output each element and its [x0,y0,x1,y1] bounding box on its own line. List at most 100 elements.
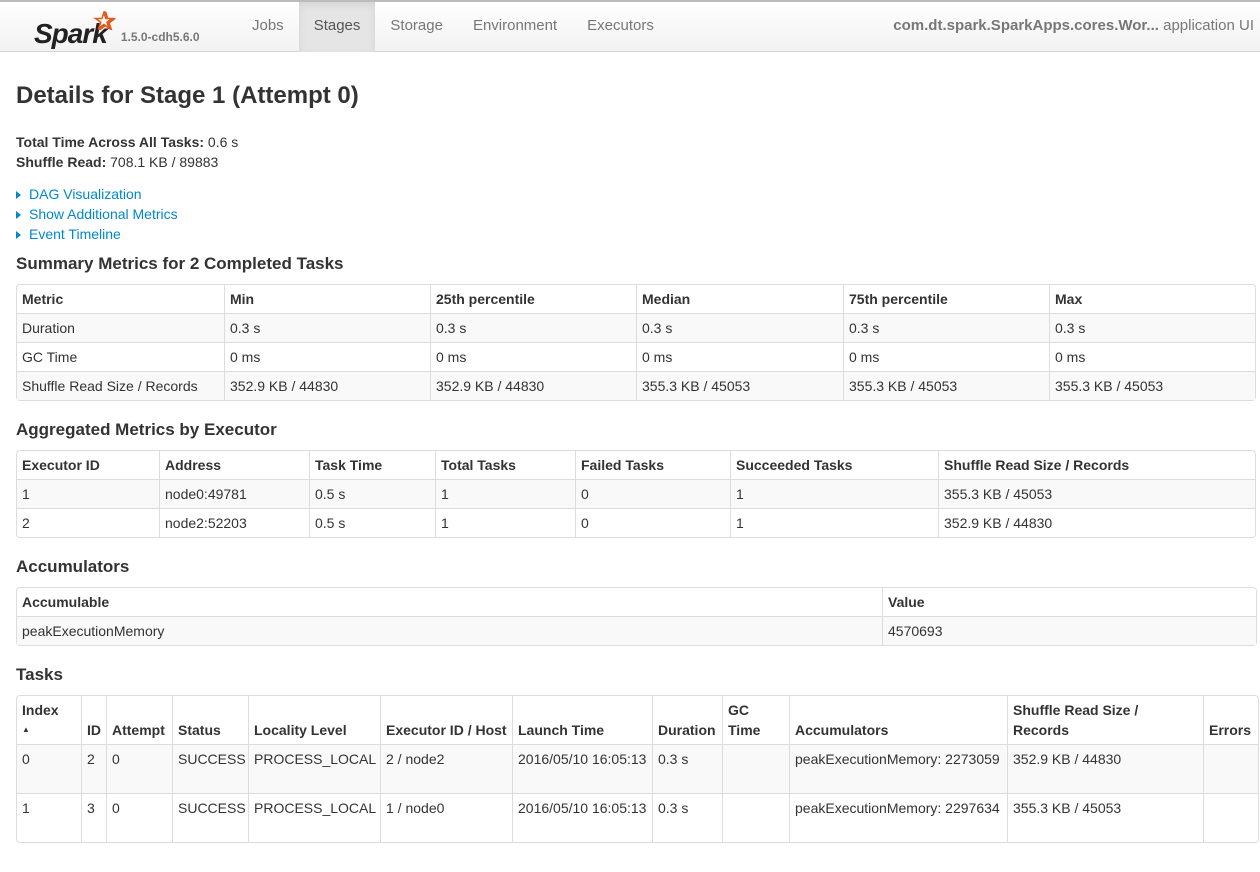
star-icon: ✰ [94,6,116,36]
table-cell: SUCCESS [172,744,248,793]
table-cell: PROCESS_LOCAL [248,744,380,793]
table-cell: 0 [575,508,730,537]
table-row: 1 node0:49781 0.5 s 1 0 1 355.3 KB / 45053 [17,479,1255,508]
column-header[interactable]: Status [172,696,248,744]
table-cell: 352.9 KB / 44830 [1007,744,1203,793]
column-header[interactable]: Index ▲ [17,696,81,744]
column-header[interactable]: ID [81,696,106,744]
table-row: Shuffle Read Size / Records 352.9 KB / 44… [17,371,1255,400]
total-time: Total Time Across All Tasks: 0.6 s [16,134,239,150]
table-cell: 0 [106,744,172,793]
tab-storage[interactable]: Storage [375,2,458,52]
column-header[interactable]: Attempt [106,696,172,744]
table-cell: 0.3 s [652,793,722,842]
table-cell: PROCESS_LOCAL [248,793,380,842]
column-header: Max [1049,285,1255,313]
executors-title: Aggregated Metrics by Executor [16,420,277,439]
column-header[interactable]: Locality Level [248,696,380,744]
tab-stages[interactable]: Stages [298,2,376,52]
page-title: Details for Stage 1 (Attempt 0) [16,82,359,109]
column-header: Task Time [309,451,435,479]
table-cell: 0.5 s [309,508,435,537]
table-cell: Shuffle Read Size / Records [17,371,224,400]
column-header: Value [882,588,1256,616]
table-cell [1203,793,1258,842]
column-header[interactable]: Shuffle Read Size / Records [1007,696,1203,744]
app-name: com.dt.spark.SparkApps.cores.Wor... appl… [893,17,1254,34]
column-header[interactable]: Accumulators [789,696,1007,744]
column-header: Metric [22,291,64,307]
table-cell: 0.3 s [1049,313,1255,342]
table-cell: 0 ms [1049,342,1255,371]
table-cell: node0:49781 [159,479,309,508]
table-cell [722,744,789,793]
table-cell: 0.3 s [843,313,1049,342]
summary-title: Summary Metrics for 2 Completed Tasks [16,254,344,273]
column-header: Min [224,285,430,313]
table-cell: 0.3 s [652,744,722,793]
table-row: 0 2 0 SUCCESS PROCESS_LOCAL 2 / node2 2016/05/… [17,744,1258,793]
table-cell: 2 [17,508,159,537]
table-cell [1203,744,1258,793]
table-cell: 0 ms [843,342,1049,371]
sort-ascending-icon[interactable]: ▲ [22,720,76,740]
link-show-additional-metrics[interactable]: Show Additional Metrics [16,204,1254,224]
table-cell: SUCCESS [172,793,248,842]
table-cell: 2016/05/10 16:05:13 [512,793,652,842]
table-row: 1 3 0 SUCCESS PROCESS_LOCAL 1 / node0 2016/05/… [17,793,1258,842]
column-header[interactable]: GC Time [722,696,789,744]
tab-environment[interactable]: Environment [458,2,572,52]
link-dag-visualization[interactable]: DAG Visualization [16,184,1254,204]
column-header: Executor ID [22,457,100,473]
column-header: Total Tasks [435,451,575,479]
table-cell: 0.3 s [224,313,430,342]
column-header[interactable]: Launch Time [512,696,652,744]
table-cell: 4570693 [882,616,1256,645]
table-cell: peakExecutionMemory: 2273059 [789,744,1007,793]
table-cell: 0.3 s [636,313,843,342]
tab-jobs[interactable]: Jobs [237,2,299,52]
table-cell: 0 ms [224,342,430,371]
column-header: Address [159,451,309,479]
table-cell: 0.5 s [309,479,435,508]
table-row: Duration 0.3 s 0.3 s 0.3 s 0.3 s 0.3 s [17,313,1255,342]
table-cell: 0 [17,744,81,793]
shuffle-read: Shuffle Read: 708.1 KB / 89883 [16,154,219,170]
executor-metrics-table: Executor ID Address Task Time Total Tasks Fa… [16,450,1256,538]
table-row: peakExecutionMemory 4570693 [17,616,1256,645]
table-cell: 1 [730,479,938,508]
table-cell: 1 [730,508,938,537]
column-header[interactable]: Duration [652,696,722,744]
table-cell: 355.3 KB / 45053 [1049,371,1255,400]
table-cell: GC Time [17,342,224,371]
tasks-table: Index ▲ ID Attempt Status Locality Level Execu… [16,695,1259,843]
column-header: Shuffle Read Size / Records [938,451,1255,479]
table-cell: 0 ms [636,342,843,371]
summary-metrics-table: Metric Min 25th percentile Median 75th perce… [16,284,1256,401]
table-cell: 1 [17,793,81,842]
column-header: 25th percentile [430,285,636,313]
spark-logo: Spark ✰ [34,6,116,49]
brand[interactable]: Spark ✰ 1.5.0-cdh5.6.0 [34,4,200,50]
table-cell: 1 [435,479,575,508]
column-header: 75th percentile [843,285,1049,313]
table-cell: 355.3 KB / 45053 [636,371,843,400]
column-header[interactable]: Executor ID / Host [380,696,512,744]
table-cell: 352.9 KB / 44830 [224,371,430,400]
tab-executors[interactable]: Executors [572,2,669,52]
link-event-timeline[interactable]: Event Timeline [16,224,1254,244]
column-header: Succeeded Tasks [730,451,938,479]
column-header[interactable]: Errors [1203,696,1258,744]
version: 1.5.0-cdh5.6.0 [120,30,200,44]
nav-tabs: Jobs Stages Storage Environment Executors [237,2,669,52]
table-cell: 1 / node0 [380,793,512,842]
table-cell [722,793,789,842]
table-cell: 1 [17,479,159,508]
table-cell: 2016/05/10 16:05:13 [512,744,652,793]
table-cell: peakExecutionMemory [17,616,882,645]
accumulators-table: Accumulable Value peakExecutionMemory 45706… [16,587,1257,646]
table-cell: 0 ms [430,342,636,371]
table-cell: 355.3 KB / 45053 [1007,793,1203,842]
table-cell: 2 / node2 [380,744,512,793]
table-cell: 2 [81,744,106,793]
